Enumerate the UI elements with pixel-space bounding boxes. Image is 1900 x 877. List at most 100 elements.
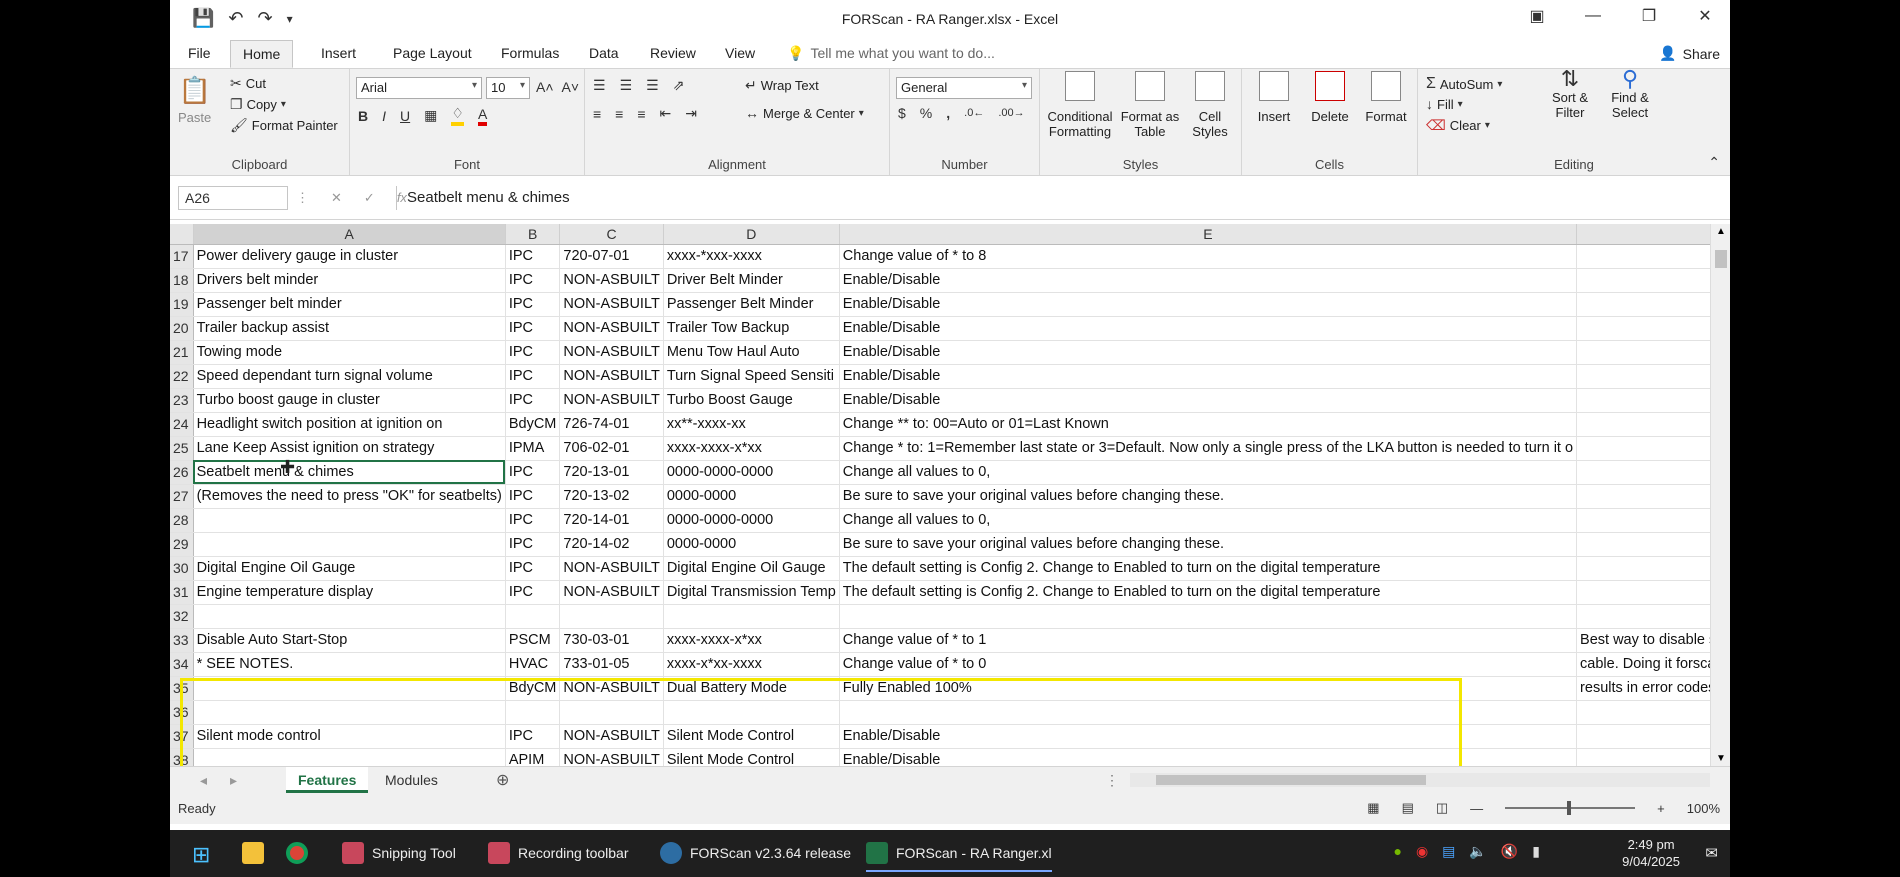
tab-data[interactable]: Data [589,45,619,61]
sort-filter-button[interactable]: ⇅ Sort & Filter [1540,68,1600,121]
row-header[interactable]: 27 [170,484,194,509]
conditional-formatting-button[interactable]: Conditional Formatting [1044,71,1116,139]
paste-button[interactable]: 📋 Paste [178,75,211,125]
cell-c[interactable]: 733-01-05 [559,652,664,677]
ribbon-display-icon[interactable]: ▣ [1522,6,1552,26]
cell-a[interactable]: Passenger belt minder [193,292,506,317]
comma-icon[interactable]: , [946,105,950,121]
cell-a[interactable]: Seatbelt menu & chimes [193,460,506,485]
format-as-table-button[interactable]: Format as Table [1120,71,1180,139]
cell-e[interactable]: Enable/Disable [839,268,1578,293]
row-header[interactable]: 36 [170,700,194,725]
cell-d[interactable]: Trailer Tow Backup [663,316,840,341]
cell-c[interactable] [559,700,664,725]
zoom-in-icon[interactable]: + [1657,801,1665,816]
row-header[interactable]: 25 [170,436,194,461]
increase-indent-icon[interactable]: ⇥ [685,105,697,122]
cell-b[interactable]: HVAC [505,652,561,677]
cell-e[interactable]: Change * to: 1=Remember last state or 3=… [839,436,1578,461]
row-header[interactable]: 32 [170,604,194,629]
cell-d[interactable]: Driver Belt Minder [663,268,840,293]
collapse-ribbon-icon[interactable]: ⌃ [1708,154,1720,171]
cell-b[interactable]: IPC [505,556,561,581]
cell-b[interactable]: IPC [505,316,561,341]
next-sheet-icon[interactable]: ▸ [230,772,237,789]
cell-c[interactable]: NON-ASBUILT [559,388,664,413]
cell-c[interactable]: 706-02-01 [559,436,664,461]
cell-c[interactable]: NON-ASBUILT [559,580,664,605]
cell-f[interactable] [1576,532,1710,557]
options-icon[interactable]: ⋮ [296,190,309,206]
cell-d[interactable]: Menu Tow Haul Auto [663,340,840,365]
cell-f[interactable] [1576,508,1710,533]
column-header-e[interactable]: E [839,224,1578,245]
row-header[interactable]: 20 [170,316,194,341]
cell-f[interactable] [1576,724,1710,749]
cell-d[interactable]: xxxx-*xxx-xxxx [663,244,840,269]
vertical-scroll-thumb[interactable] [1715,250,1727,268]
sheet-tab-features[interactable]: Features [286,767,369,793]
cell-e[interactable]: Enable/Disable [839,340,1578,365]
taskbar-app-recording-toolbar[interactable]: Recording toolbar [488,842,629,864]
column-header-c[interactable]: C [559,224,664,245]
cell-f[interactable] [1576,268,1710,293]
column-header-a[interactable]: A [193,224,506,245]
font-name-select[interactable]: Arial [356,77,482,99]
row-header[interactable]: 18 [170,268,194,293]
network-icon[interactable]: ▤ [1442,843,1455,860]
underline-icon[interactable]: U [400,108,410,124]
cell-a[interactable] [193,508,506,533]
cell-b[interactable]: IPC [505,460,561,485]
cell-e[interactable]: Fully Enabled 100% [839,676,1578,701]
cell-d[interactable]: xxxx-xxxx-x*xx [663,436,840,461]
taskbar-app-forscan[interactable]: FORScan v2.3.64 release [660,842,851,864]
add-sheet-icon[interactable]: ⊕ [496,770,509,790]
cell-b[interactable]: IPC [505,268,561,293]
increase-decimal-icon[interactable]: .0← [964,107,984,119]
cell-a[interactable] [193,532,506,557]
start-button[interactable]: ⊞ [192,842,210,868]
cell-a[interactable] [193,604,506,629]
cell-d[interactable]: xxxx-xxxx-x*xx [663,628,840,653]
cell-c[interactable]: 720-13-01 [559,460,664,485]
tab-home[interactable]: Home [230,40,294,68]
cell-f[interactable]: cable. Doing it forscan is only tricking… [1576,652,1710,677]
cell-a[interactable]: Engine temperature display [193,580,506,605]
currency-icon[interactable]: $ [898,105,906,121]
cell-b[interactable]: PSCM [505,628,561,653]
align-top-icon[interactable]: ☰ [593,77,606,94]
row-header[interactable]: 35 [170,676,194,701]
cell-styles-button[interactable]: Cell Styles [1184,71,1236,139]
cell-c[interactable]: 720-14-01 [559,508,664,533]
cell-e[interactable]: The default setting is Config 2. Change … [839,580,1578,605]
cell-f[interactable] [1576,316,1710,341]
orientation-icon[interactable]: ⇗ [673,77,685,94]
cell-f[interactable] [1576,292,1710,317]
wrap-text-button[interactable]: ↵ Wrap Text [745,77,819,94]
row-header[interactable]: 33 [170,628,194,653]
row-header[interactable]: 34 [170,652,194,677]
cell-e[interactable]: Change ** to: 00=Auto or 01=Last Known [839,412,1578,437]
cell-d[interactable]: Turbo Boost Gauge [663,388,840,413]
insert-cells-button[interactable]: Insert [1248,71,1300,124]
zoom-slider[interactable] [1505,801,1636,815]
cell-d[interactable]: xxxx-x*xx-xxxx [663,652,840,677]
cell-c[interactable]: NON-ASBUILT [559,364,664,389]
borders-icon[interactable]: ▦ [424,107,437,124]
row-header[interactable]: 22 [170,364,194,389]
cell-f[interactable] [1576,580,1710,605]
speaker-icon[interactable]: 🔈 [1469,843,1486,860]
cell-e[interactable]: Be sure to save your original values bef… [839,532,1578,557]
cell-b[interactable]: IPC [505,580,561,605]
column-header-f[interactable]: F [1576,224,1710,245]
cell-a[interactable]: Disable Auto Start-Stop [193,628,506,653]
scroll-up-icon[interactable]: ▲ [1716,226,1726,237]
copy-button[interactable]: ❐ Copy ▾ [230,96,286,113]
cell-d[interactable]: Passenger Belt Minder [663,292,840,317]
cell-c[interactable]: 726-74-01 [559,412,664,437]
cell-a[interactable]: Headlight switch position at ignition on [193,412,506,437]
cell-c[interactable]: NON-ASBUILT [559,748,664,766]
align-left-icon[interactable]: ≡ [593,106,601,122]
cell-c[interactable]: NON-ASBUILT [559,292,664,317]
font-color-icon[interactable]: A [477,106,488,126]
